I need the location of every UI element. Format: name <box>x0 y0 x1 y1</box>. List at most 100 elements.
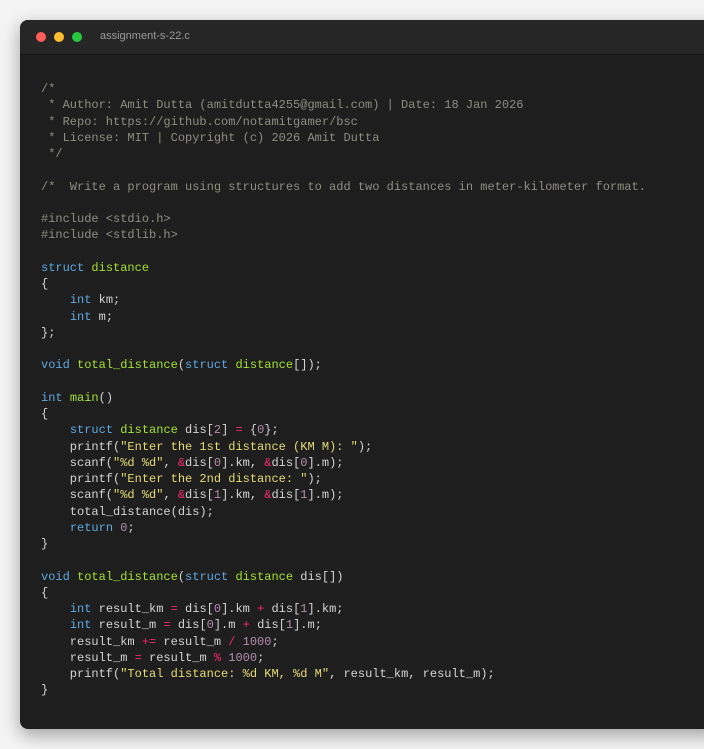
code-token: * License: MIT | Copyright (c) 2026 Amit… <box>41 130 380 145</box>
code-token: printf( <box>41 439 121 454</box>
code-token: ].m; <box>293 618 322 633</box>
code-token: dis[ <box>264 602 301 616</box>
code-token: += <box>141 634 157 649</box>
code-token: int <box>69 618 92 633</box>
code-line: { <box>41 585 646 601</box>
code-line: result_km += result_m / 1000; <box>41 634 646 650</box>
code-token: dis[ <box>177 423 214 438</box>
code-token: "Enter the 2nd distance: " <box>120 472 308 486</box>
code-token: dis[ <box>271 488 301 503</box>
code-token: total_distance <box>77 569 178 584</box>
code-line: int result_m = dis[0].m + dis[1].m; <box>41 617 646 633</box>
code-token: { <box>41 407 49 421</box>
code-line: /* <box>41 81 646 97</box>
code-line: struct distance dis[2] = {0}; <box>41 422 646 438</box>
code-line: }; <box>41 325 646 341</box>
code-token: struct <box>185 569 229 584</box>
code-line: printf("Enter the 2nd distance: "); <box>41 471 646 487</box>
code-token: 0 <box>300 455 308 470</box>
close-window-button[interactable] <box>36 32 46 42</box>
code-token: void <box>41 358 70 373</box>
code-token: ].km <box>221 602 258 616</box>
code-token: total_distance(dis); <box>41 504 214 519</box>
maximize-window-button[interactable] <box>72 32 82 42</box>
code-token: scanf( <box>41 455 114 470</box>
code-line: result_m = result_m % 1000; <box>41 650 646 666</box>
code-token: printf( <box>41 667 121 681</box>
code-token: ( <box>177 358 186 373</box>
code-token: & <box>177 455 186 470</box>
code-token: { <box>242 423 258 438</box>
code-token: ; <box>127 520 135 535</box>
code-token: dis[ <box>271 455 301 470</box>
code-token: , <box>163 455 178 470</box>
code-token: 1000 <box>242 634 272 649</box>
code-token: int <box>69 293 92 308</box>
code-token: dis[]) <box>293 569 344 584</box>
code-token: = <box>235 423 243 438</box>
code-token: }; <box>264 423 279 438</box>
code-token: int <box>69 602 92 616</box>
code-line: { <box>41 276 646 292</box>
code-line: * License: MIT | Copyright (c) 2026 Amit… <box>41 130 646 146</box>
code-line: int main() <box>41 390 646 406</box>
code-token: ; <box>257 650 265 665</box>
code-line: /* Write a program using structures to a… <box>41 179 646 195</box>
minimize-window-button[interactable] <box>54 32 64 42</box>
code-token: ].km; <box>307 602 344 616</box>
code-line: * Repo: https://github.com/notamitgamer/… <box>41 114 646 130</box>
code-token: ].m); <box>307 455 344 470</box>
code-token: * Repo: https://github.com/notamitgamer/… <box>41 114 358 129</box>
code-token: */ <box>41 147 63 161</box>
code-token: { <box>41 585 49 600</box>
code-line: } <box>41 536 646 552</box>
code-token: result_km <box>91 602 171 616</box>
code-token: struct <box>69 423 114 438</box>
code-line: { <box>41 406 646 422</box>
code-token: distance <box>120 423 178 438</box>
code-line: scanf("%d %d", &dis[0].km, &dis[0].m); <box>41 455 646 471</box>
code-token: dis[ <box>170 618 207 633</box>
code-token: ( <box>177 569 186 584</box>
code-token: 1 <box>213 488 222 503</box>
code-line: printf("Enter the 1st distance (KM M): "… <box>41 439 646 455</box>
code-token: dis[ <box>185 455 214 470</box>
code-line: total_distance(dis); <box>41 504 646 520</box>
code-token: = <box>134 650 142 665</box>
code-token: "%d %d" <box>113 455 164 470</box>
code-token: ].m <box>213 618 243 633</box>
code-token: ] <box>221 423 236 438</box>
code-token: () <box>98 390 114 405</box>
code-token: m; <box>91 309 114 324</box>
code-token: distance <box>235 569 294 584</box>
code-line: struct distance <box>41 260 646 276</box>
code-token: int <box>69 309 92 324</box>
code-token: { <box>41 277 49 291</box>
code-token: ); <box>357 439 373 454</box>
code-token: main <box>69 390 99 405</box>
code-token: ); <box>307 472 322 486</box>
code-token: return <box>69 520 114 535</box>
code-token: 1000 <box>228 650 258 665</box>
code-token: 1 <box>300 602 308 616</box>
code-token: = <box>170 602 178 616</box>
code-token: ; <box>271 634 279 649</box>
code-line: * Author: Amit Dutta (amitdutta4255@gmai… <box>41 97 646 113</box>
code-token: } <box>41 537 49 551</box>
code-line: void total_distance(struct distance dis[… <box>41 569 646 585</box>
code-token: struct <box>41 260 85 275</box>
code-token: /* Write a program using structures to a… <box>41 179 646 194</box>
code-token: ].m); <box>307 488 344 503</box>
code-token: = <box>163 618 171 633</box>
code-line: */ <box>41 146 646 162</box>
